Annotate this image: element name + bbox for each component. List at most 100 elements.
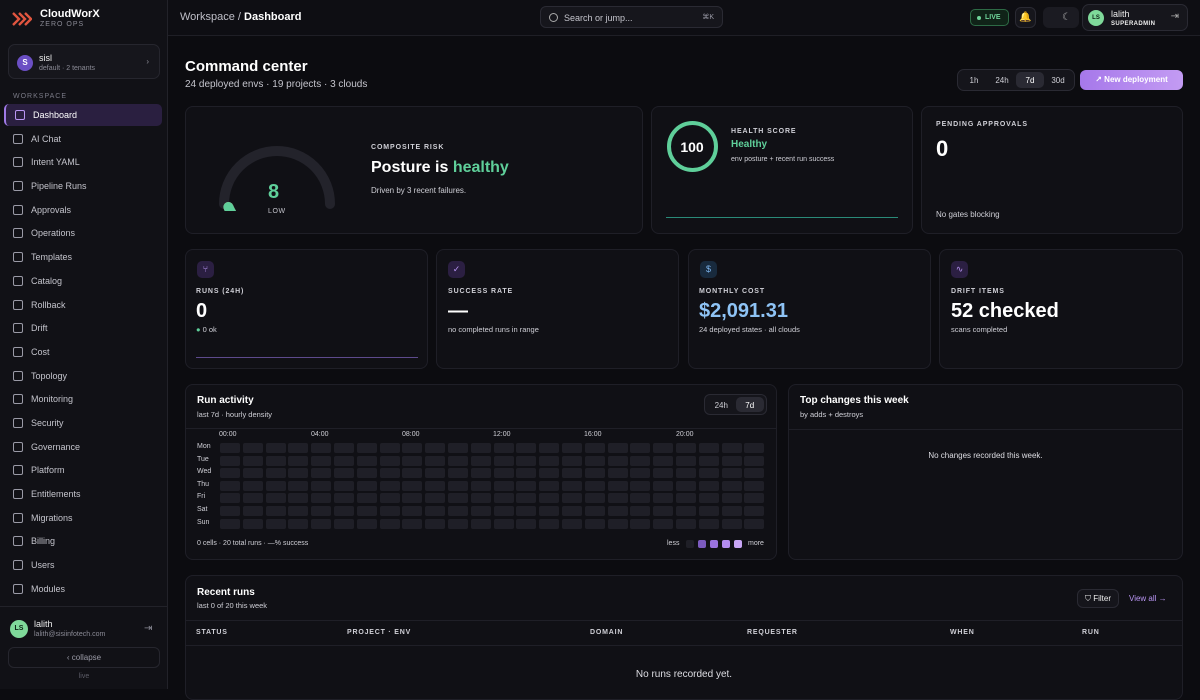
sidebar-item-platform[interactable]: Platform [4,459,162,481]
heatmap-cell[interactable] [242,443,263,453]
heatmap-cell[interactable] [379,455,400,466]
heatmap-cell[interactable] [562,518,582,529]
heatmap-cell[interactable] [334,493,354,504]
success-rate-card[interactable] [436,249,679,369]
heatmap-cell[interactable] [539,443,560,453]
heatmap-cell[interactable] [220,493,240,504]
sidebar-item-approvals[interactable]: Approvals [4,199,162,221]
heatmap-cell[interactable] [744,480,765,491]
heatmap-cell[interactable] [630,455,651,466]
collapse-button[interactable]: ‹ collapse [8,647,160,668]
column-header-when[interactable]: WHEN [950,629,975,636]
heatmap-cell[interactable] [607,518,628,529]
heatmap-cell[interactable] [220,480,240,491]
heatmap-cell[interactable] [402,455,423,466]
heatmap-cell[interactable] [562,493,582,504]
column-header-domain[interactable]: DOMAIN [590,629,623,636]
heatmap-cell[interactable] [288,468,309,479]
heatmap-cell[interactable] [562,443,582,453]
heatmap-cell[interactable] [676,468,696,479]
heatmap-cell[interactable] [265,493,286,504]
heatmap-cell[interactable] [721,480,742,491]
sidebar-item-security[interactable]: Security [4,412,162,434]
heatmap-cell[interactable] [242,480,263,491]
heatmap-cell[interactable] [721,506,742,516]
heatmap-cell[interactable] [448,455,468,466]
heatmap-cell[interactable] [470,468,491,479]
heatmap-cell[interactable] [607,443,628,453]
heatmap-cell[interactable] [379,518,400,529]
heatmap-cell[interactable] [448,493,468,504]
heatmap-cell[interactable] [425,455,446,466]
heatmap-cell[interactable] [653,493,674,504]
sidebar-item-operations[interactable]: Operations [4,222,162,244]
heatmap-cell[interactable] [698,455,719,466]
filter-button[interactable]: ⛉ Filter [1077,589,1120,608]
heatmap-cell[interactable] [242,493,263,504]
heatmap-cell[interactable] [516,468,537,479]
heatmap-cell[interactable] [334,518,354,529]
heatmap-cell[interactable] [448,506,468,516]
heatmap-cell[interactable] [334,468,354,479]
heatmap-cell[interactable] [630,443,651,453]
heatmap-cell[interactable] [356,506,377,516]
heatmap-cell[interactable] [470,518,491,529]
heatmap-cell[interactable] [676,480,696,491]
heatmap-cell[interactable] [539,518,560,529]
heatmap-cell[interactable] [470,480,491,491]
heatmap-cell[interactable] [311,493,332,504]
heatmap-cell[interactable] [676,443,696,453]
sidebar-item-entitlements[interactable]: Entitlements [4,483,162,505]
heatmap-cell[interactable] [220,443,240,453]
heatmap-cell[interactable] [220,468,240,479]
tab-24h[interactable]: 24h [707,397,736,412]
heatmap-cell[interactable] [379,468,400,479]
column-header-requester[interactable]: REQUESTER [747,629,798,636]
column-header-status[interactable]: STATUS [196,629,228,636]
heatmap-cell[interactable] [516,518,537,529]
heatmap-cell[interactable] [265,518,286,529]
heatmap-cell[interactable] [334,455,354,466]
heatmap-cell[interactable] [516,455,537,466]
heatmap-cell[interactable] [356,443,377,453]
heatmap-cell[interactable] [242,518,263,529]
heatmap-cell[interactable] [402,443,423,453]
heatmap-cell[interactable] [425,506,446,516]
sidebar-item-migrations[interactable]: Migrations [4,507,162,529]
heatmap-cell[interactable] [584,468,605,479]
heatmap-cell[interactable] [493,480,514,491]
heatmap-cell[interactable] [630,493,651,504]
heatmap-cell[interactable] [265,468,286,479]
heatmap-cell[interactable] [265,506,286,516]
heatmap-cell[interactable] [425,480,446,491]
heatmap-cell[interactable] [402,506,423,516]
heatmap-cell[interactable] [493,493,514,504]
heatmap-cell[interactable] [493,506,514,516]
heatmap-cell[interactable] [744,468,765,479]
heatmap-cell[interactable] [539,468,560,479]
heatmap-cell[interactable] [288,493,309,504]
sidebar-item-cost[interactable]: Cost [4,341,162,363]
tab-7d[interactable]: 7d [735,397,764,412]
range-24h[interactable]: 24h [988,72,1016,88]
sidebar-item-users[interactable]: Users [4,554,162,576]
heatmap-cell[interactable] [265,455,286,466]
heatmap-cell[interactable] [653,468,674,479]
heatmap-cell[interactable] [744,518,765,529]
sidebar-item-intent-yaml[interactable]: Intent YAML [4,151,162,173]
heatmap-cell[interactable] [242,468,263,479]
heatmap-cell[interactable] [334,506,354,516]
heatmap-cell[interactable] [288,455,309,466]
new-deployment-button[interactable]: ↗ New deployment [1080,70,1183,90]
sidebar-item-modules[interactable]: Modules [4,578,162,600]
heatmap-cell[interactable] [265,443,286,453]
heatmap-cell[interactable] [698,518,719,529]
heatmap-cell[interactable] [562,480,582,491]
sidebar-item-ai-chat[interactable]: AI Chat [4,128,162,150]
heatmap-cell[interactable] [744,493,765,504]
sidebar-item-drift[interactable]: Drift [4,317,162,339]
heatmap-cell[interactable] [220,506,240,516]
heatmap-cell[interactable] [698,506,719,516]
heatmap-cell[interactable] [607,493,628,504]
heatmap-cell[interactable] [721,455,742,466]
